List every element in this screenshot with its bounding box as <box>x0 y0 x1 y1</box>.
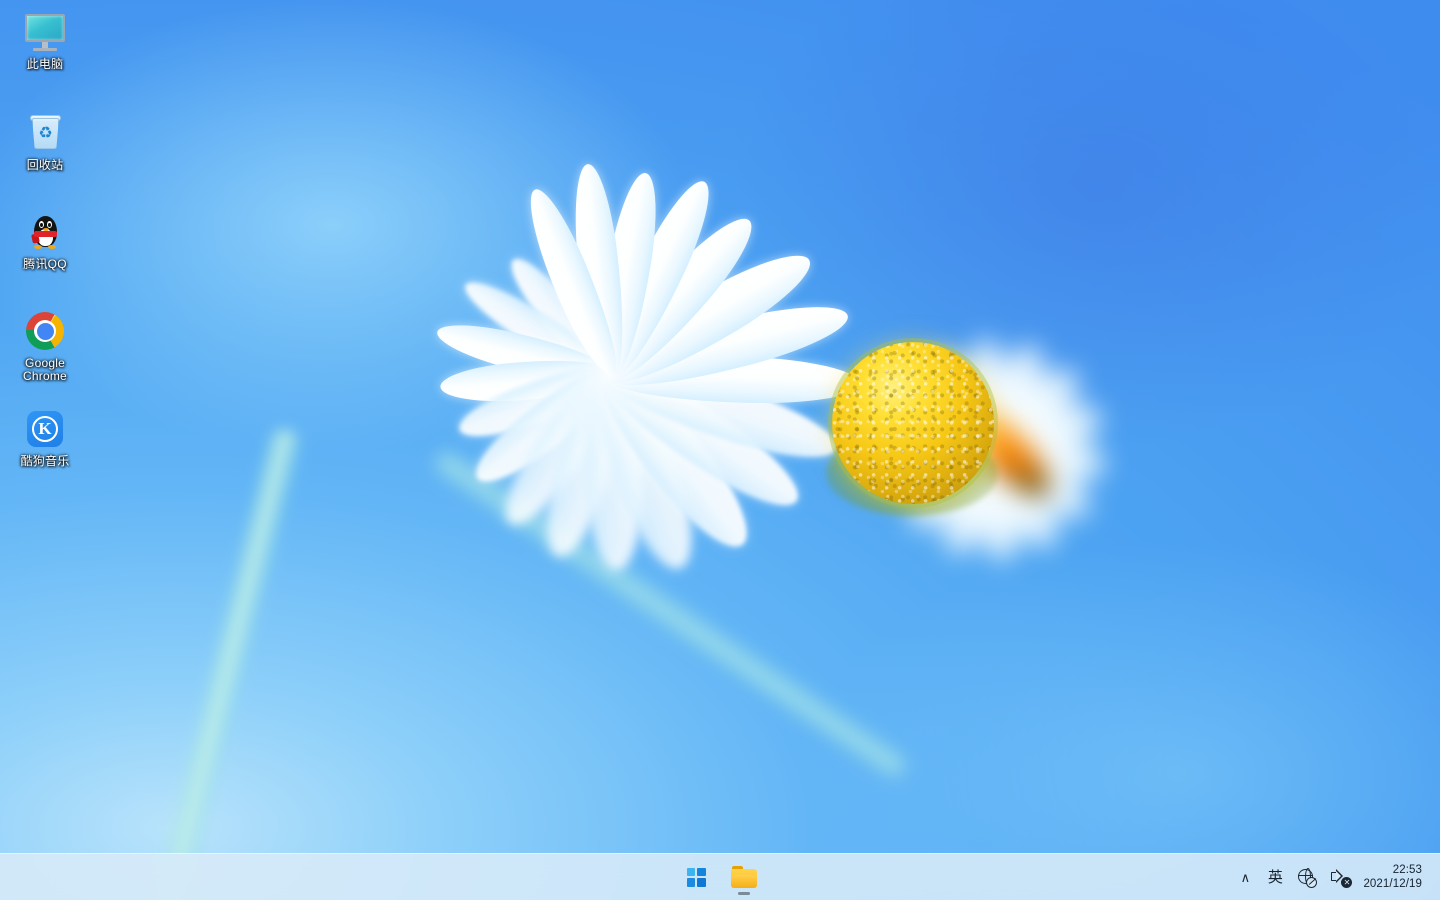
desktop-icon-recycle-bin[interactable]: ♻ 回收站 <box>8 107 82 174</box>
ime-language-icon: 英 <box>1267 867 1283 886</box>
tray-overflow-button[interactable]: ∧ <box>1230 858 1260 896</box>
tray-network-button[interactable] <box>1290 858 1323 896</box>
system-tray: ∧ 英 ✕ 22:53 2021/12/19 <box>1230 854 1440 900</box>
mute-badge: ✕ <box>1341 876 1353 888</box>
desktop[interactable]: 此电脑 ♻ 回收站 腾讯QQ Google Chrome K 酷狗音乐 ∧ 英 … <box>0 0 1440 900</box>
speaker-muted-icon: ✕ <box>1330 868 1353 888</box>
start-button[interactable] <box>676 857 716 897</box>
kugou-letter: K <box>38 419 52 438</box>
taskbar[interactable]: ∧ 英 ✕ 22:53 2021/12/19 <box>0 853 1440 900</box>
foreground-daisy <box>360 80 998 640</box>
recycle-bin-icon: ♻ <box>23 111 67 155</box>
tray-volume-button[interactable]: ✕ <box>1323 858 1357 896</box>
windows-logo-icon <box>686 867 706 887</box>
chevron-up-icon: ∧ <box>1240 869 1251 885</box>
clock-date: 2021/12/19 <box>1363 878 1422 890</box>
desktop-icon-label: Google Chrome <box>23 356 67 383</box>
running-indicator <box>738 892 750 895</box>
monitor-icon <box>23 10 67 54</box>
taskbar-item-file-explorer[interactable] <box>724 857 764 897</box>
taskbar-clock[interactable]: 22:53 2021/12/19 <box>1357 858 1430 896</box>
desktop-icon-label: 回收站 <box>26 158 64 172</box>
desktop-icon-label: 此电脑 <box>26 57 64 71</box>
desktop-icon-tencent-qq[interactable]: 腾讯QQ <box>8 206 82 273</box>
taskbar-left-spacer <box>0 854 680 900</box>
daisy-core <box>832 342 994 504</box>
desktop-icon-this-pc[interactable]: 此电脑 <box>8 6 82 73</box>
clock-time: 22:53 <box>1392 864 1422 876</box>
tray-ime-button[interactable]: 英 <box>1260 858 1290 896</box>
qq-penguin-icon <box>23 210 67 254</box>
desktop-icon-google-chrome[interactable]: Google Chrome <box>8 305 82 385</box>
desktop-icon-kugou-music[interactable]: K 酷狗音乐 <box>8 403 82 470</box>
desktop-icon-column: 此电脑 ♻ 回收站 腾讯QQ Google Chrome K 酷狗音乐 <box>0 0 90 470</box>
file-explorer-icon <box>731 866 757 888</box>
chrome-icon <box>23 309 67 353</box>
desktop-icon-label: 酷狗音乐 <box>20 454 70 468</box>
globe-no-internet-icon <box>1297 868 1318 888</box>
kugou-icon: K <box>23 407 67 451</box>
desktop-icon-label: 腾讯QQ <box>23 257 67 271</box>
